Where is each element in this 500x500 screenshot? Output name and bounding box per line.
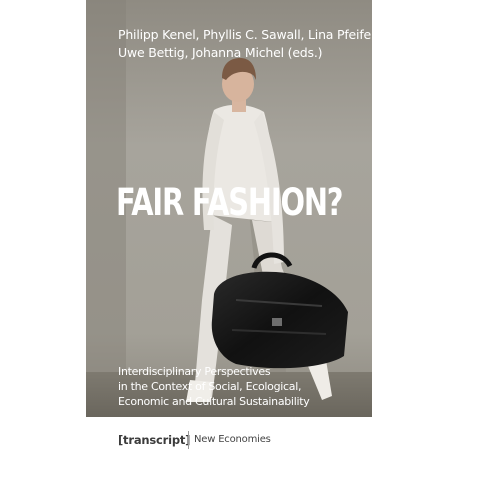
cover-footer: [transcript] New Economies	[86, 417, 372, 467]
book-cover: Philipp Kenel, Phyllis C. Sawall, Lina P…	[86, 0, 372, 417]
book-subtitle: Interdisciplinary Perspectives in the Co…	[118, 364, 368, 409]
series-name: New Economies	[194, 434, 271, 445]
publisher-logo: [transcript]	[118, 433, 191, 447]
page: Philipp Kenel, Phyllis C. Sawall, Lina P…	[0, 0, 500, 500]
subtitle-line-3: Economic and Cultural Sustainability	[118, 395, 310, 408]
authors-line-1: Philipp Kenel, Phyllis C. Sawall, Lina P…	[118, 27, 372, 42]
subtitle-line-2: in the Context of Social, Ecological,	[118, 380, 302, 393]
subtitle-line-1: Interdisciplinary Perspectives	[118, 365, 271, 378]
book-title: FAIR FASHION?	[116, 181, 344, 224]
series-divider	[188, 431, 189, 449]
authors-line-2: Uwe Bettig, Johanna Michel (eds.)	[118, 45, 323, 60]
book-authors: Philipp Kenel, Phyllis C. Sawall, Lina P…	[118, 26, 372, 62]
